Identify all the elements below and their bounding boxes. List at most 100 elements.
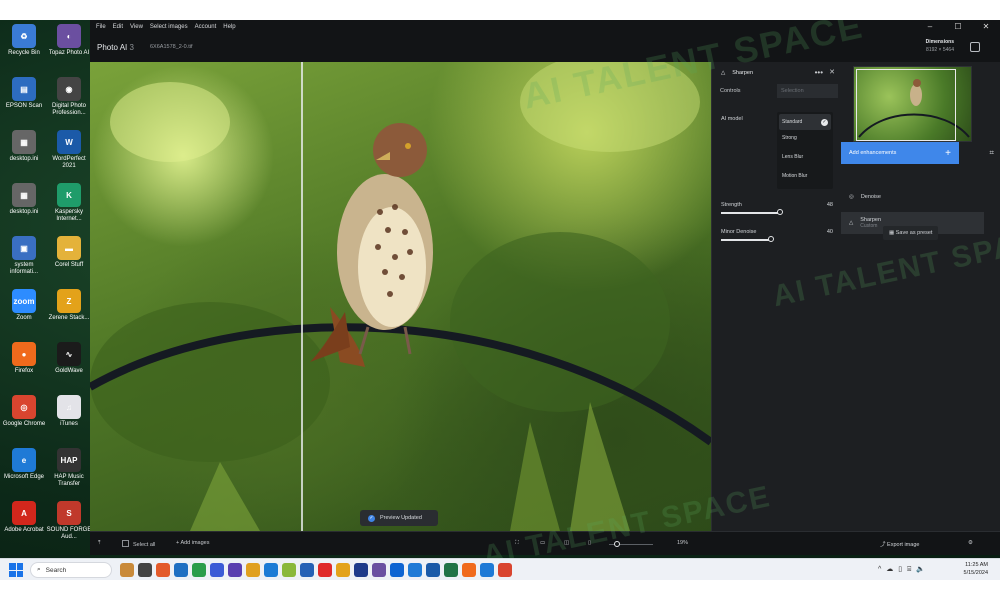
- desktop-icon[interactable]: Z Zerene Stack...: [46, 289, 92, 322]
- taskbar-app-icon[interactable]: [372, 563, 386, 577]
- desktop-icon[interactable]: ◐ Topaz Photo AI: [46, 24, 92, 57]
- taskbar-app-icon[interactable]: [156, 563, 170, 577]
- menu-edit[interactable]: Edit: [113, 24, 123, 30]
- strength-knob[interactable]: [776, 209, 783, 215]
- taskbar-search[interactable]: ⌕ Search: [30, 562, 112, 578]
- menu-view[interactable]: View: [130, 24, 143, 30]
- system-tray-icons[interactable]: ^☁▯⌸🔈: [878, 565, 930, 574]
- tab-selection[interactable]: Selection: [777, 84, 838, 98]
- close-window-button[interactable]: ✕: [972, 20, 1000, 34]
- crop-icon[interactable]: ⌗: [989, 148, 994, 158]
- minor-denoise-knob[interactable]: [767, 236, 774, 242]
- panel-toggle-icon[interactable]: [970, 42, 980, 52]
- close-panel-button[interactable]: ✕: [829, 68, 835, 76]
- model-option-strong[interactable]: Strong: [779, 130, 831, 149]
- viewport-rectangle[interactable]: [856, 69, 956, 141]
- model-option-standard[interactable]: Standard ✓: [779, 114, 831, 130]
- strength-value: 48: [826, 202, 833, 208]
- enhancement-sub: Custom: [860, 223, 878, 229]
- desktop-icon[interactable]: zoom Zoom: [1, 289, 47, 322]
- taskbar-app-icon[interactable]: [228, 563, 242, 577]
- desktop-icon[interactable]: W WordPerfect 2021: [46, 130, 92, 170]
- add-enhancements-button[interactable]: Add enhancements +: [841, 142, 959, 164]
- desktop-icon[interactable]: ▣ system informati...: [1, 236, 47, 276]
- taskbar-app-icon[interactable]: [246, 563, 260, 577]
- desktop-icon[interactable]: HAP HAP Music Transfer: [46, 448, 92, 488]
- save-as-preset-button[interactable]: ▦ Save as preset: [883, 226, 939, 240]
- desktop-icon[interactable]: ▤ EPSON Scan: [1, 77, 47, 110]
- desktop-icon[interactable]: ▦ desktop.ini: [1, 183, 47, 216]
- desktop-icon-label: Google Chrome: [2, 421, 46, 427]
- desktop-icon[interactable]: ♻ Recycle Bin: [1, 24, 47, 57]
- search-icon: ⌕: [37, 566, 41, 573]
- select-all-checkbox[interactable]: Select all: [122, 540, 155, 548]
- sharpen-panel: △ Sharpen ••• ✕ Controls Selection AI mo…: [711, 62, 841, 531]
- desktop-icon[interactable]: ● Firefox: [1, 342, 47, 375]
- taskbar-app-icon[interactable]: [426, 563, 440, 577]
- add-images-button[interactable]: + Add images: [176, 540, 209, 546]
- model-option-lens-blur[interactable]: Lens Blur: [779, 149, 831, 168]
- taskbar-app-icon[interactable]: [354, 563, 368, 577]
- taskbar-app-icon[interactable]: [390, 563, 404, 577]
- desktop-icon[interactable]: ◉ Digital Photo Profession...: [46, 77, 92, 117]
- taskbar-app-icon[interactable]: [300, 563, 314, 577]
- taskbar-app-icon[interactable]: [498, 563, 512, 577]
- settings-icon[interactable]: ⚙: [968, 540, 973, 546]
- panel-tabs: Controls Selection: [716, 84, 838, 98]
- desktop-icon[interactable]: ∿ GoldWave: [46, 342, 92, 375]
- app-icon: HAP: [57, 448, 81, 472]
- taskbar-app-icon[interactable]: [444, 563, 458, 577]
- bird-photo: [90, 62, 711, 531]
- split-view-icon[interactable]: ▯: [588, 540, 591, 546]
- side-by-side-icon[interactable]: ◫: [564, 540, 569, 546]
- desktop-icon[interactable]: ▬ Corel Stuff: [46, 236, 92, 269]
- menu-help[interactable]: Help: [223, 24, 235, 30]
- taskbar-app-icon[interactable]: [318, 563, 332, 577]
- taskbar-app-icon[interactable]: [336, 563, 350, 577]
- zoom-slider-knob[interactable]: [614, 541, 620, 547]
- app-title: Photo AI 3: [97, 43, 134, 52]
- taskbar-app-icon[interactable]: [462, 563, 476, 577]
- taskbar-app-icon[interactable]: [282, 563, 296, 577]
- taskbar-app-icon[interactable]: [120, 563, 134, 577]
- taskbar-app-icon[interactable]: [480, 563, 494, 577]
- clock[interactable]: 11:25 AM 5/15/2024: [964, 561, 988, 577]
- enhancement-denoise[interactable]: ◎ Denoise: [841, 186, 984, 208]
- export-image-button[interactable]: ⤴ Export image: [880, 540, 919, 548]
- photo-ai-window: File Edit View Select images Account Hel…: [90, 20, 1000, 555]
- desktop-icon[interactable]: ♫ iTunes: [46, 395, 92, 428]
- more-options-button[interactable]: •••: [815, 68, 823, 77]
- minimize-button[interactable]: –: [916, 20, 944, 34]
- windows-start-icon[interactable]: [9, 563, 23, 577]
- menu-select-images[interactable]: Select images: [150, 24, 188, 30]
- upload-icon[interactable]: ⤒: [98, 540, 100, 547]
- desktop-icon[interactable]: ◎ Google Chrome: [1, 395, 47, 428]
- model-option-motion-blur[interactable]: Motion Blur: [779, 168, 831, 187]
- taskbar-app-icon[interactable]: [210, 563, 224, 577]
- desktop-icon[interactable]: ▦ desktop.ini: [1, 130, 47, 163]
- desktop-icon[interactable]: S SOUND FORGE Aud...: [46, 501, 92, 541]
- taskbar-app-icon[interactable]: [264, 563, 278, 577]
- strength-slider[interactable]: Strength 48: [721, 202, 833, 215]
- taskbar-app-icon[interactable]: [138, 563, 152, 577]
- desktop-icon[interactable]: A Adobe Acrobat: [1, 501, 47, 534]
- minor-denoise-slider[interactable]: Minor Denoise 40: [721, 229, 833, 242]
- tab-controls[interactable]: Controls: [716, 84, 777, 98]
- navigator-thumbnail[interactable]: [853, 66, 972, 142]
- fit-icon[interactable]: ⛶: [515, 540, 519, 547]
- taskbar-app-icon[interactable]: [174, 563, 188, 577]
- ai-model-dropdown[interactable]: Standard ✓ Strong Lens Blur Motion Blur: [777, 112, 833, 189]
- menu-account[interactable]: Account: [195, 24, 217, 30]
- minor-denoise-label: Minor Denoise: [721, 229, 757, 235]
- taskbar-app-icon[interactable]: [408, 563, 422, 577]
- taskbar-app-icon[interactable]: [192, 563, 206, 577]
- menu-file[interactable]: File: [96, 24, 106, 30]
- desktop-icon[interactable]: e Microsoft Edge: [1, 448, 47, 481]
- strength-track: [721, 212, 781, 214]
- desktop-icon[interactable]: K Kaspersky Internet...: [46, 183, 92, 223]
- preview-image[interactable]: ✓ Preview Updated: [90, 62, 711, 531]
- zoom-value[interactable]: 19%: [677, 540, 688, 546]
- before-after-split-handle[interactable]: [301, 62, 304, 531]
- maximize-button[interactable]: ☐: [944, 20, 972, 34]
- single-view-icon[interactable]: ▭: [540, 540, 545, 546]
